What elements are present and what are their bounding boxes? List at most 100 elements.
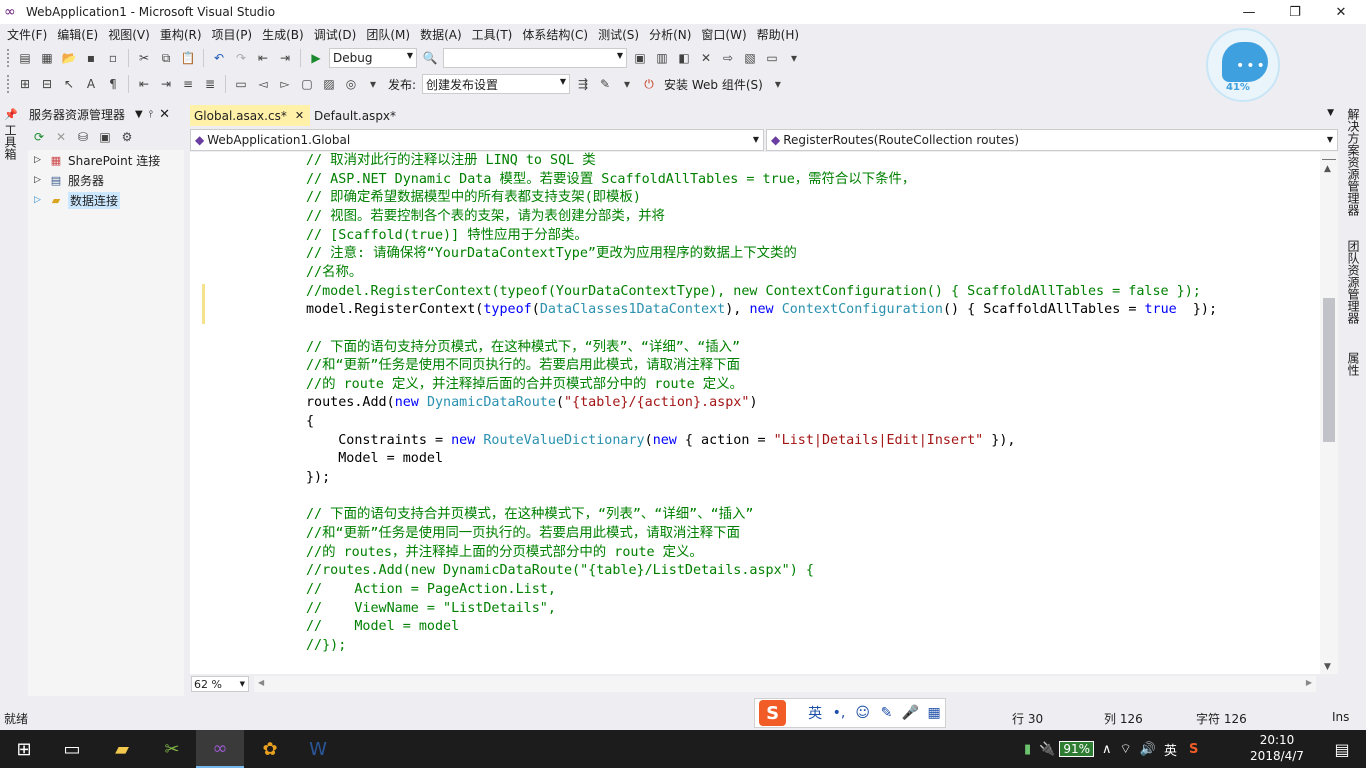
member-dropdown[interactable]: ◆ RegisterRoutes(RouteCollection routes)…	[766, 129, 1338, 151]
start-page-icon[interactable]: ⇨	[718, 48, 738, 68]
undo-icon[interactable]: ↶	[209, 48, 229, 68]
close-tab-icon[interactable]: ✕	[295, 109, 304, 122]
properties-icon[interactable]: ▥	[652, 48, 672, 68]
code-line[interactable]: // 即确定希望数据模型中的所有表都支持支架(即模板)	[306, 189, 641, 207]
expand-arrow-icon[interactable]: ▷	[34, 175, 48, 185]
solution-configuration-select[interactable]: Debug ▼	[329, 48, 417, 68]
task-view-icon[interactable]: ▭	[48, 730, 96, 768]
tree-node-sharepoint[interactable]: ▷ ▦ SharePoint 连接	[28, 150, 184, 170]
code-line[interactable]: //和“更新”任务是使用不同页执行的。若要启用此模式，请取消注释下面	[306, 357, 740, 375]
toolbar-overflow-icon[interactable]: ▾	[617, 74, 637, 94]
stop-icon[interactable]: ✕	[51, 127, 71, 147]
pin-icon[interactable]: ⫯	[149, 109, 153, 120]
uncomment-lines-icon[interactable]: ≣	[200, 74, 220, 94]
font-icon[interactable]: A	[81, 74, 101, 94]
panel-menu-icon[interactable]: ▼	[135, 109, 143, 120]
connect-to-server-icon[interactable]: ▣	[95, 127, 115, 147]
menu-help[interactable]: 帮助(H)	[752, 26, 804, 43]
code-line[interactable]: //名称。	[306, 264, 362, 282]
horizontal-scrollbar[interactable]: ◀ ▶	[254, 676, 1316, 692]
navigate-forward-icon[interactable]: ⇥	[275, 48, 295, 68]
code-line[interactable]: // 注意: 请确保将“YourDataContextType”更改为应用程序的…	[306, 245, 797, 263]
zoom-level-select[interactable]: 62 % ▼	[191, 676, 249, 692]
tab-global-asax-cs[interactable]: Global.asax.cs* ✕	[190, 105, 311, 126]
code-line[interactable]: // ViewName = "ListDetails",	[306, 600, 556, 618]
code-line[interactable]: Model = model	[306, 450, 443, 468]
code-line[interactable]: // Action = PageAction.List,	[306, 581, 556, 599]
increase-indent-icon[interactable]: ⇥	[156, 74, 176, 94]
taskbar-clock[interactable]: 20:10 2018/4/7	[1242, 732, 1312, 764]
battery-saver-icon[interactable]: ▮	[1024, 742, 1031, 757]
toolbar-overflow-icon[interactable]: ▾	[784, 48, 804, 68]
copy-icon[interactable]: ⧉	[156, 48, 176, 68]
breakpoint-icon[interactable]: ◎	[341, 74, 361, 94]
team-explorer-side-tab[interactable]: 团队资源管理器	[1346, 240, 1362, 324]
toolbar-grip[interactable]	[7, 75, 11, 93]
action-center-icon[interactable]: ▤	[1318, 730, 1366, 768]
close-icon[interactable]: ✕	[159, 107, 170, 122]
comment-lines-icon[interactable]: ≡	[178, 74, 198, 94]
code-line[interactable]: // Model = model	[306, 618, 459, 636]
code-line[interactable]: // 下面的语句支持合并页模式，在这种模式下，“列表”、“详细”、“插入”	[306, 506, 754, 524]
ime-toolbox-icon[interactable]: ▦	[923, 705, 945, 721]
tab-list-dropdown-icon[interactable]: ▼	[1327, 108, 1334, 118]
solution-explorer-icon[interactable]: ▣	[630, 48, 650, 68]
scroll-right-icon[interactable]: ▶	[1306, 678, 1312, 687]
toolbar-grip[interactable]	[7, 49, 11, 67]
publish-web-icon[interactable]: ⇶	[573, 74, 593, 94]
menu-build[interactable]: 生成(B)	[257, 26, 309, 43]
save-all-icon[interactable]: ▫	[103, 48, 123, 68]
extension-manager-icon[interactable]: ▧	[740, 48, 760, 68]
redo-icon[interactable]: ↷	[231, 48, 251, 68]
ime-punctuation-icon[interactable]: •,	[828, 705, 850, 721]
scroll-left-icon[interactable]: ◀	[258, 678, 264, 687]
cut-icon[interactable]: ✂	[134, 48, 154, 68]
input-language-indicator[interactable]: 英	[1164, 740, 1177, 759]
menu-file[interactable]: 文件(F)	[2, 26, 52, 43]
network-wifi-icon[interactable]: ⌔	[1120, 741, 1132, 757]
toolbox-side-tab[interactable]: 工具箱	[3, 124, 19, 160]
object-browser-icon[interactable]: ◧	[674, 48, 694, 68]
close-window-button[interactable]: ✕	[1318, 0, 1364, 24]
file-explorer-icon[interactable]: ▰	[98, 730, 146, 768]
scroll-thumb[interactable]	[1323, 298, 1335, 442]
install-web-components-button[interactable]: 安装 Web 组件(S)	[664, 76, 763, 93]
clear-bookmarks-icon[interactable]: ▢	[297, 74, 317, 94]
bookmark-folder-icon[interactable]: ▨	[319, 74, 339, 94]
minimize-button[interactable]: —	[1226, 0, 1272, 24]
menu-analyze[interactable]: 分析(N)	[644, 26, 696, 43]
tree-node-data-connections[interactable]: ▷ ▰ 数据连接	[28, 190, 184, 210]
toolbox-icon[interactable]: ✕	[696, 48, 716, 68]
start-debugging-icon[interactable]: ▶	[306, 48, 326, 68]
type-dropdown[interactable]: ◆ WebApplication1.Global ▼	[190, 129, 764, 151]
ime-emoji-icon[interactable]: ☺	[852, 705, 874, 721]
menu-data[interactable]: 数据(A)	[415, 26, 467, 43]
color-wheel-app-icon[interactable]: ✿	[246, 730, 294, 768]
battery-percent[interactable]: 91%	[1059, 741, 1095, 757]
properties-side-tab[interactable]: 属性	[1346, 352, 1362, 376]
paste-icon[interactable]: 📋	[178, 48, 198, 68]
pointer-icon[interactable]: ↖	[59, 74, 79, 94]
new-project-icon[interactable]: ▤	[15, 48, 35, 68]
visual-studio-taskbar-icon[interactable]: ∞	[196, 730, 244, 768]
navigate-backward-icon[interactable]: ⇤	[253, 48, 273, 68]
add-item-icon[interactable]: ▦	[37, 48, 57, 68]
expand-arrow-icon[interactable]: ▷	[34, 155, 48, 165]
menu-tools[interactable]: 工具(T)	[467, 26, 518, 43]
server-explorer-icon[interactable]: ⊞	[15, 74, 35, 94]
menu-project[interactable]: 项目(P)	[207, 26, 258, 43]
code-line[interactable]: //model.RegisterContext(typeof(YourDataC…	[306, 283, 1201, 301]
tools-app-icon[interactable]: ✂	[148, 730, 196, 768]
solution-explorer-side-tab[interactable]: 解决方案资源管理器	[1346, 108, 1362, 216]
menu-edit[interactable]: 编辑(E)	[52, 26, 103, 43]
menu-architecture[interactable]: 体系结构(C)	[517, 26, 593, 43]
scroll-down-icon[interactable]: ▼	[1324, 662, 1331, 672]
publish-profile-select[interactable]: 创建发布设置 ▼	[422, 74, 571, 94]
tab-default-aspx[interactable]: Default.aspx*	[310, 105, 402, 126]
menu-view[interactable]: 视图(V)	[103, 26, 155, 43]
menu-debug[interactable]: 调试(D)	[309, 26, 362, 43]
ime-skin-icon[interactable]: ✎	[876, 705, 898, 721]
sogou-logo-icon[interactable]: S	[759, 700, 787, 726]
code-line[interactable]: model.RegisterContext(typeof(DataClasses…	[306, 301, 1217, 319]
volume-icon[interactable]: 🔊	[1140, 742, 1156, 757]
